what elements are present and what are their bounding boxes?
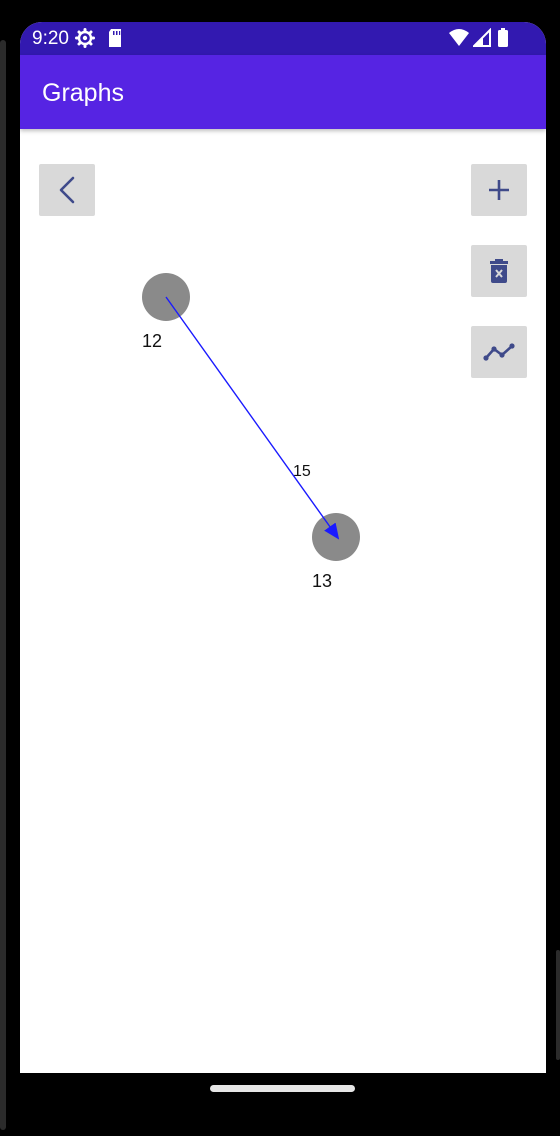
app-bar: Graphs	[20, 55, 546, 129]
add-node-button[interactable]	[471, 164, 527, 216]
device-edge-right	[556, 950, 560, 1060]
wifi-icon	[448, 28, 470, 53]
device-edge-left	[0, 40, 6, 1130]
line-graph-icon	[483, 343, 515, 361]
battery-icon	[497, 28, 509, 53]
trash-icon	[490, 259, 508, 283]
settings-icon	[75, 28, 95, 53]
graph-canvas[interactable]: 12 13 15	[20, 129, 546, 1073]
edge-weight-label: 15	[293, 463, 311, 480]
back-button[interactable]	[39, 164, 95, 216]
home-gesture-bar[interactable]	[210, 1085, 355, 1092]
graph-edge-12-13[interactable]	[165, 296, 340, 540]
signal-icon	[471, 27, 491, 53]
sd-card-icon	[107, 28, 123, 53]
node-label-13: 13	[312, 571, 333, 591]
plus-icon	[489, 180, 509, 200]
graph-node-13[interactable]	[312, 513, 360, 561]
delete-button[interactable]	[471, 245, 527, 297]
app-title: Graphs	[42, 79, 124, 107]
status-bar: 9:20	[20, 22, 546, 55]
node-label-12: 12	[142, 331, 163, 351]
graph-view-button[interactable]	[471, 326, 527, 378]
app-screen: 9:20 Graphs 12 13 15	[20, 22, 546, 1073]
chevron-left-icon	[59, 176, 75, 204]
status-time: 9:20	[32, 28, 69, 49]
